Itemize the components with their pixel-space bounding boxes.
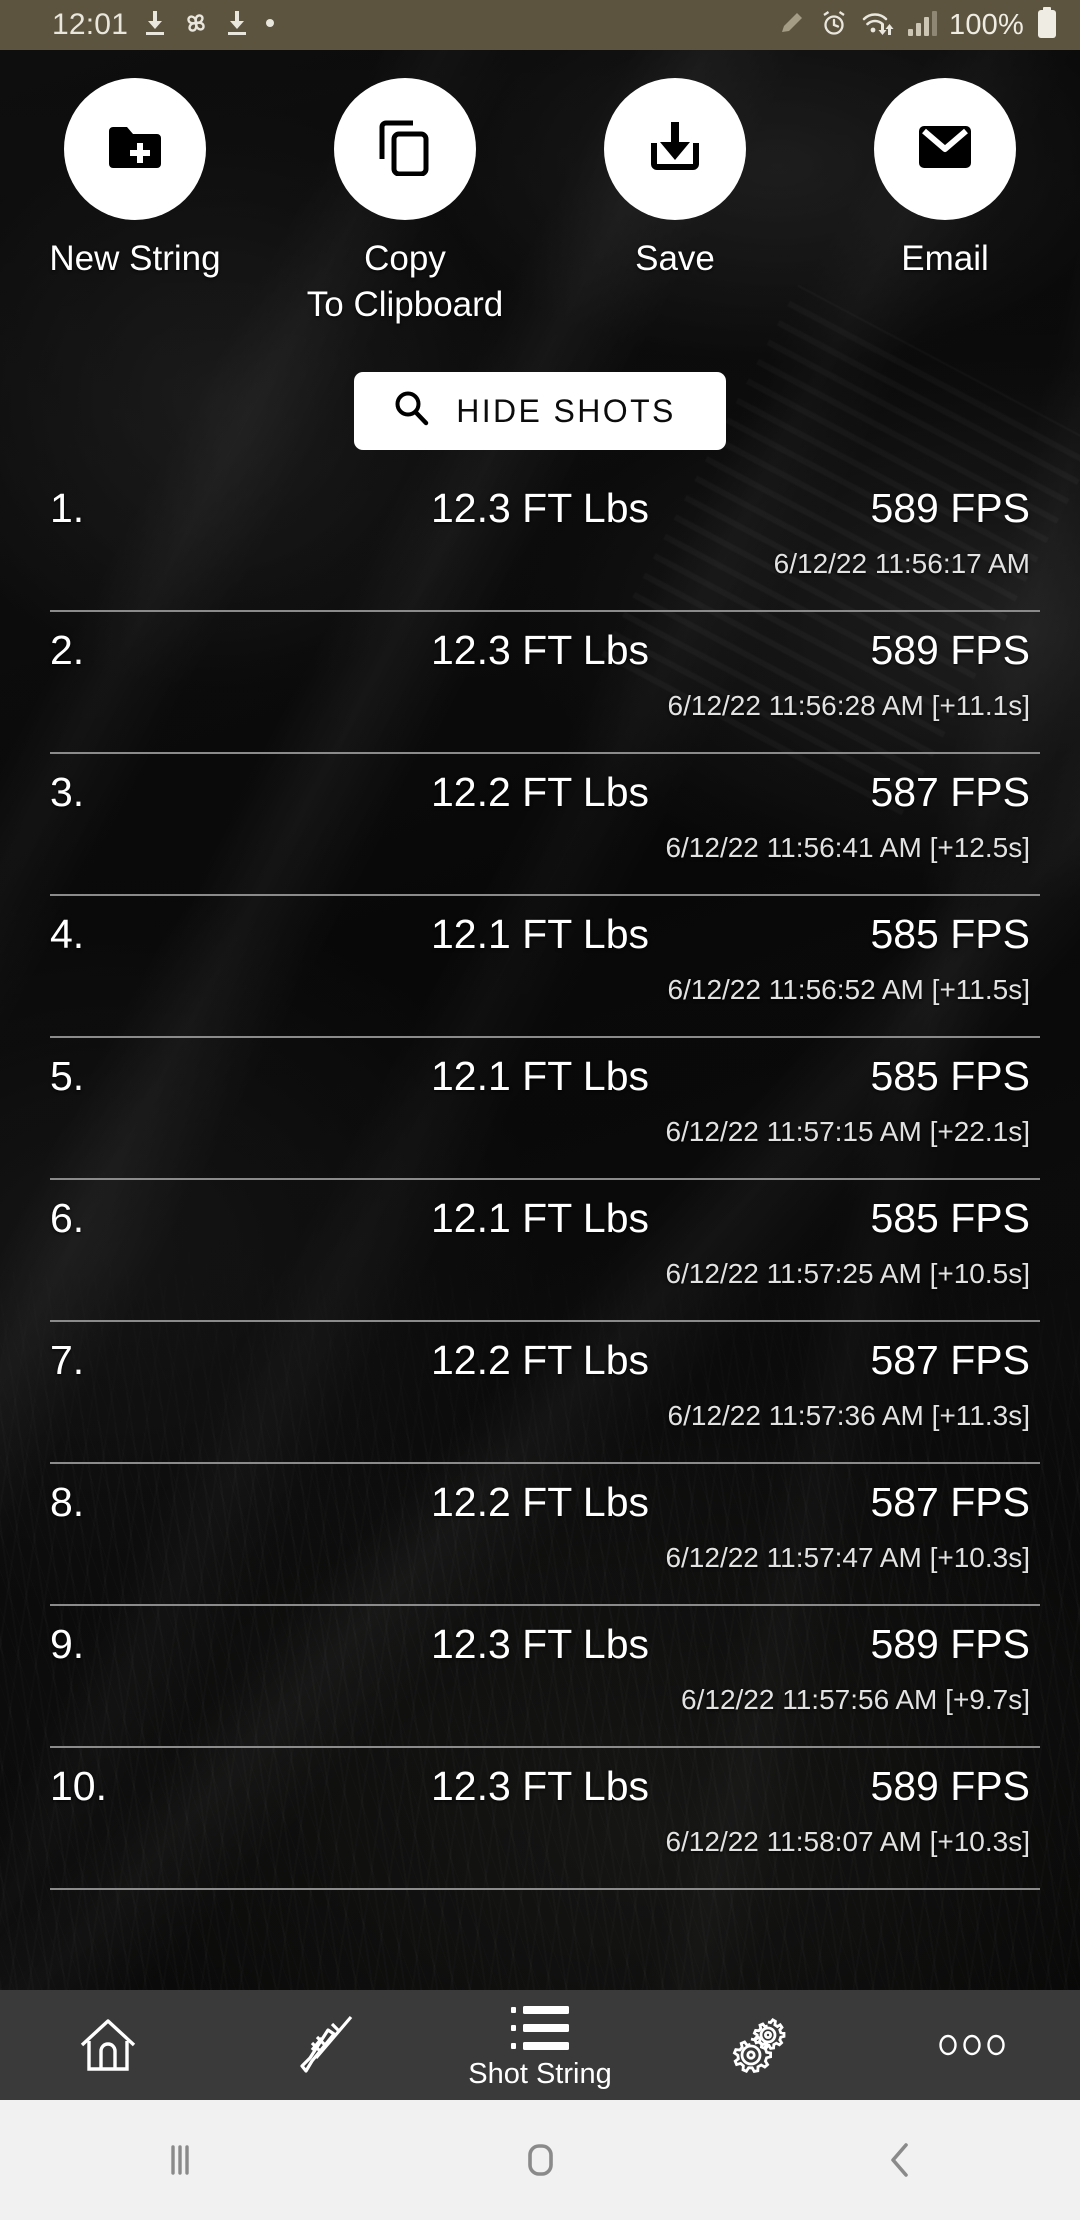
- pinwheel-icon: [182, 9, 210, 42]
- nav-item-shot-string[interactable]: Shot String: [432, 1990, 648, 2100]
- shot-row-main: 3. 12.2 FT Lbs 587 FPS: [50, 754, 1030, 816]
- shot-timestamp: 6/12/22 11:57:47 AM [+10.3s]: [665, 1542, 1030, 1573]
- table-row[interactable]: 5. 12.1 FT Lbs 585 FPS 6/12/22 11:57:15 …: [0, 1038, 1080, 1180]
- shot-speed: 587 FPS: [870, 1336, 1030, 1383]
- shot-speed: 589 FPS: [870, 626, 1030, 673]
- pencil-icon: [777, 8, 807, 43]
- shot-row-main: 7. 12.2 FT Lbs 587 FPS: [50, 1322, 1030, 1384]
- shot-timestamp: 6/12/22 11:56:17 AM: [773, 548, 1030, 579]
- battery-icon: [1036, 6, 1058, 44]
- folder-plus-icon: [106, 121, 164, 178]
- copy-to-clipboard-button-circle[interactable]: [334, 78, 476, 220]
- table-row[interactable]: 6. 12.1 FT Lbs 585 FPS 6/12/22 11:57:25 …: [0, 1180, 1080, 1322]
- table-row[interactable]: 1. 12.3 FT Lbs 589 FPS 6/12/22 11:56:17 …: [0, 470, 1080, 612]
- shot-speed: 589 FPS: [870, 1762, 1030, 1809]
- shot-timestamp: 6/12/22 11:58:07 AM [+10.3s]: [665, 1826, 1030, 1857]
- table-row[interactable]: 10. 12.3 FT Lbs 589 FPS 6/12/22 11:58:07…: [0, 1748, 1080, 1890]
- download-icon: [142, 9, 168, 42]
- envelope-icon: [917, 123, 973, 176]
- status-bar-clock: 12:01: [52, 8, 129, 41]
- shot-row-main: 9. 12.3 FT Lbs 589 FPS: [50, 1606, 1030, 1668]
- rifle-icon: [290, 2012, 358, 2078]
- email-button-circle[interactable]: [874, 78, 1016, 220]
- signal-icon: [907, 9, 938, 42]
- status-bar: 12:01 100%: [0, 0, 1080, 50]
- gears-icon: [723, 2013, 789, 2077]
- shot-timestamp: 6/12/22 11:56:52 AM [+11.5s]: [667, 974, 1030, 1005]
- home-icon[interactable]: [360, 2131, 720, 2189]
- nav-item-settings[interactable]: [648, 1990, 864, 2100]
- shot-speed: 589 FPS: [870, 1620, 1030, 1667]
- shot-row-main: 8. 12.2 FT Lbs 587 FPS: [50, 1464, 1030, 1526]
- shot-timestamp: 6/12/22 11:57:15 AM [+22.1s]: [665, 1116, 1030, 1147]
- shot-speed: 587 FPS: [870, 1478, 1030, 1525]
- table-row[interactable]: 2. 12.3 FT Lbs 589 FPS 6/12/22 11:56:28 …: [0, 612, 1080, 754]
- list-icon: [507, 2002, 573, 2056]
- save-button[interactable]: Save: [540, 78, 810, 328]
- copy-icon: [377, 118, 433, 181]
- hide-shots-button[interactable]: HIDE SHOTS: [354, 372, 726, 450]
- app-bottom-nav: Shot String: [0, 1990, 1080, 2100]
- copy-to-clipboard-button-label: Copy To Clipboard: [306, 239, 504, 324]
- shot-row-main: 6. 12.1 FT Lbs 585 FPS: [50, 1180, 1030, 1242]
- main-content: New String Copy To Clipboard Save Email …: [0, 50, 1080, 1990]
- email-button[interactable]: Email: [810, 78, 1080, 328]
- home-icon: [77, 2015, 139, 2075]
- action-bar: New String Copy To Clipboard Save Email: [0, 78, 1080, 328]
- nav-item-more[interactable]: [864, 1990, 1080, 2100]
- save-button-label: Save: [635, 239, 715, 278]
- wifi-icon: [861, 8, 895, 43]
- hide-shots-button-label: HIDE SHOTS: [456, 392, 676, 429]
- alarm-icon: [819, 8, 849, 43]
- save-button-circle[interactable]: [604, 78, 746, 220]
- phone-screen: 12:01 100% New String Copy To Clipboard …: [0, 0, 1080, 2220]
- shot-list: 1. 12.3 FT Lbs 589 FPS 6/12/22 11:56:17 …: [0, 470, 1080, 1890]
- nav-item-rifle[interactable]: [216, 1990, 432, 2100]
- shot-row-main: 2. 12.3 FT Lbs 589 FPS: [50, 612, 1030, 674]
- system-nav-bar: [0, 2100, 1080, 2220]
- new-string-button[interactable]: New String: [0, 78, 270, 328]
- shot-speed: 585 FPS: [870, 1052, 1030, 1099]
- table-row[interactable]: 4. 12.1 FT Lbs 585 FPS 6/12/22 11:56:52 …: [0, 896, 1080, 1038]
- download-icon: [646, 120, 704, 179]
- table-row[interactable]: 3. 12.2 FT Lbs 587 FPS 6/12/22 11:56:41 …: [0, 754, 1080, 896]
- status-bar-left: 12:01: [52, 8, 276, 42]
- battery-percent: 100%: [949, 8, 1024, 41]
- shot-row-main: 4. 12.1 FT Lbs 585 FPS: [50, 896, 1030, 958]
- new-string-button-label: New String: [49, 239, 221, 278]
- table-row[interactable]: 9. 12.3 FT Lbs 589 FPS 6/12/22 11:57:56 …: [0, 1606, 1080, 1748]
- recents-icon[interactable]: [0, 2131, 360, 2189]
- row-separator: [50, 1888, 1040, 1890]
- shot-speed: 585 FPS: [870, 910, 1030, 957]
- more-dots-icon: [936, 2032, 1008, 2058]
- copy-to-clipboard-button[interactable]: Copy To Clipboard: [270, 78, 540, 328]
- table-row[interactable]: 8. 12.2 FT Lbs 587 FPS 6/12/22 11:57:47 …: [0, 1464, 1080, 1606]
- shot-speed: 585 FPS: [870, 1194, 1030, 1241]
- shot-row-main: 5. 12.1 FT Lbs 585 FPS: [50, 1038, 1030, 1100]
- search-icon: [392, 389, 432, 434]
- shot-timestamp: 6/12/22 11:56:28 AM [+11.1s]: [667, 690, 1030, 721]
- new-string-button-circle[interactable]: [64, 78, 206, 220]
- download-icon: [224, 9, 250, 42]
- nav-item-home[interactable]: [0, 1990, 216, 2100]
- email-button-label: Email: [901, 239, 989, 278]
- shot-timestamp: 6/12/22 11:57:56 AM [+9.7s]: [681, 1684, 1030, 1715]
- nav-item-shot-string-label: Shot String: [468, 2058, 612, 2090]
- back-icon[interactable]: [720, 2131, 1080, 2189]
- dot-icon: [264, 16, 276, 34]
- status-bar-right: 100%: [777, 6, 1058, 44]
- shot-row-main: 1. 12.3 FT Lbs 589 FPS: [50, 470, 1030, 532]
- shot-timestamp: 6/12/22 11:56:41 AM [+12.5s]: [665, 832, 1030, 863]
- shot-row-main: 10. 12.3 FT Lbs 589 FPS: [50, 1748, 1030, 1810]
- table-row[interactable]: 7. 12.2 FT Lbs 587 FPS 6/12/22 11:57:36 …: [0, 1322, 1080, 1464]
- shot-timestamp: 6/12/22 11:57:36 AM [+11.3s]: [667, 1400, 1030, 1431]
- shot-timestamp: 6/12/22 11:57:25 AM [+10.5s]: [665, 1258, 1030, 1289]
- shot-speed: 587 FPS: [870, 768, 1030, 815]
- shot-speed: 589 FPS: [870, 484, 1030, 531]
